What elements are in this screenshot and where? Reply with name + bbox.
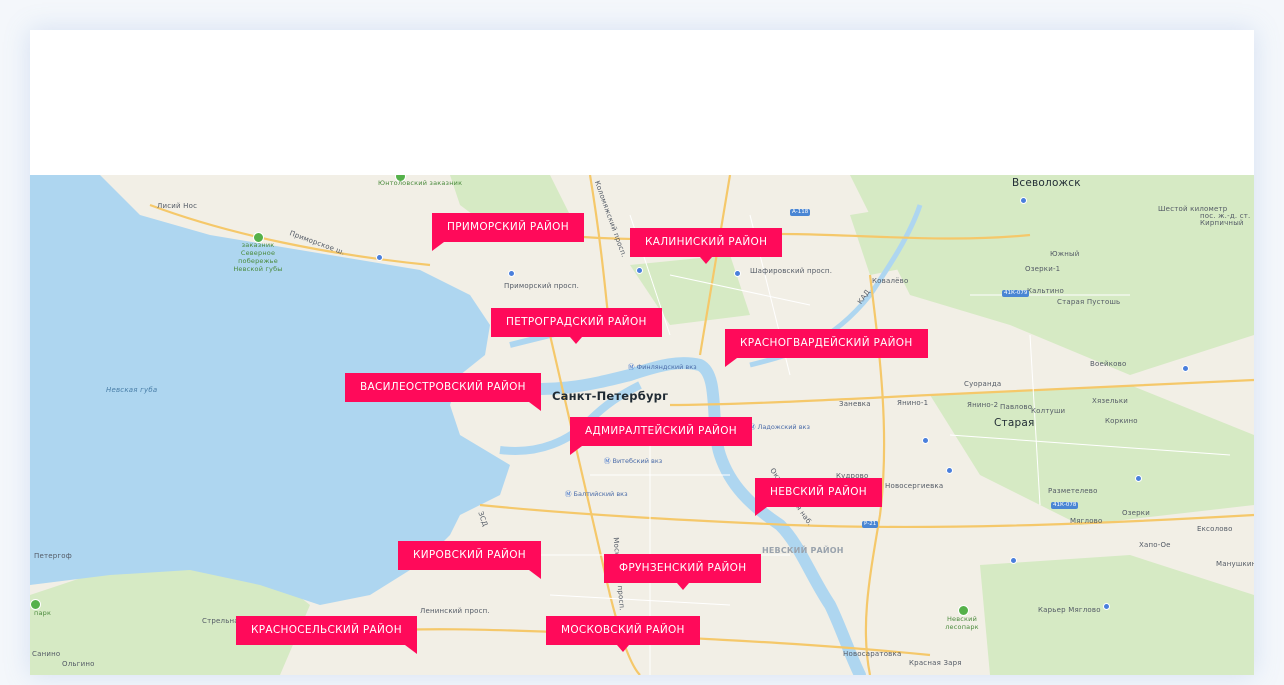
place-krasnaya-zarya: Красная Заря bbox=[909, 659, 962, 667]
card-header bbox=[30, 30, 1254, 175]
place-staraya: Старая bbox=[994, 417, 1035, 429]
place-voeikovo: Воейково bbox=[1090, 360, 1127, 368]
highway-shield: 41К-078 bbox=[1051, 502, 1079, 509]
transit-stop-dot bbox=[946, 467, 953, 474]
place-novosaratovka: Новосаратовка bbox=[843, 650, 902, 658]
highway-shield: Р-21 bbox=[862, 521, 879, 528]
district-map[interactable]: Санкт-Петербург Невская губа Всеволожск … bbox=[30, 175, 1254, 675]
transit-stop-dot bbox=[376, 254, 383, 261]
place-sanino: Санино bbox=[32, 650, 61, 658]
place-koltushi: Колтуши bbox=[1031, 407, 1066, 415]
park-nevsky-lesopark: Невский лесопарк bbox=[945, 615, 979, 631]
place-yuzhny: Южный bbox=[1050, 250, 1080, 258]
city-label: Санкт-Петербург bbox=[552, 389, 669, 403]
place-peterhof: Петергоф bbox=[34, 552, 72, 560]
district-marker-petrogradsky[interactable]: ПЕТРОГРАДСКИЙ РАЙОН bbox=[491, 308, 662, 344]
place-shestoy: Шестой километр bbox=[1158, 205, 1228, 213]
transit-stop-dot bbox=[922, 437, 929, 444]
highway-shield: А-118 bbox=[790, 209, 811, 216]
station-finlyandsky: Финляндский вкз bbox=[628, 361, 697, 371]
place-kaltino: Кальтино bbox=[1027, 287, 1064, 295]
street-primorsky: Приморский просп. bbox=[504, 282, 580, 290]
transit-stop-dot bbox=[1010, 557, 1017, 564]
water-label: Невская губа bbox=[106, 386, 158, 394]
transit-stop-dot bbox=[1135, 475, 1142, 482]
station-baltiysky: Балтийский вкз bbox=[565, 488, 628, 498]
transit-stop-dot bbox=[1020, 197, 1027, 204]
place-eksolovo: Ексолово bbox=[1197, 525, 1233, 533]
place-starye-pustosh: Старая Пустошь bbox=[1057, 298, 1121, 306]
street-shafirovsky: Шафировский просп. bbox=[750, 267, 833, 275]
place-yanino2: Янино-2 bbox=[967, 401, 999, 409]
place-olgino: Ольгино bbox=[62, 660, 95, 668]
district-marker-kalininsky[interactable]: КАЛИНИСКИЙ РАЙОН bbox=[630, 228, 783, 264]
street-leninsky: Ленинский просп. bbox=[420, 607, 490, 615]
district-marker-kirovsky[interactable]: КИРОВСКИЙ РАЙОН bbox=[398, 541, 541, 579]
transit-stop-dot bbox=[1182, 365, 1189, 372]
highway-shield: 41К-079 bbox=[1002, 290, 1030, 297]
transit-stop-dot bbox=[508, 270, 515, 277]
place-strelna: Стрельна bbox=[202, 617, 239, 625]
place-vsevolozhsk: Всеволожск bbox=[1012, 177, 1081, 189]
place-lisiy-nos: Лисий Нос bbox=[157, 202, 198, 210]
place-khapo: Хапо-Ое bbox=[1139, 541, 1171, 549]
district-marker-frunzensky[interactable]: ФРУНЗЕНСКИЙ РАЙОН bbox=[604, 554, 762, 590]
place-zanevka: Заневка bbox=[839, 400, 871, 408]
place-ozerki: Озерки bbox=[1122, 509, 1150, 517]
park-yuntolovo: Юнтоловский заказник bbox=[378, 179, 463, 187]
district-marker-krasnogvardeysky[interactable]: КРАСНОГВАРДЕЙСКИЙ РАЙОН bbox=[725, 329, 928, 367]
muted-district-label: НЕВСКИЙ РАЙОН bbox=[762, 546, 844, 555]
station-ladozhsky: Ладожский вкз bbox=[749, 421, 810, 431]
district-marker-vasileostrovsky[interactable]: ВАСИЛЕОСТРОВСКИЙ РАЙОН bbox=[345, 373, 541, 411]
district-marker-krasnoselsky[interactable]: КРАСНОСЕЛЬСКИЙ РАЙОН bbox=[236, 616, 417, 654]
map-card: Санкт-Петербург Невская губа Всеволожск … bbox=[30, 30, 1254, 675]
place-karyer: Карьер Мяглово bbox=[1038, 606, 1101, 614]
park-severnoye: заказник Северное побережье Невской губы bbox=[233, 241, 283, 273]
district-marker-admiralteysky[interactable]: АДМИРАЛТЕЙСКИЙ РАЙОН bbox=[570, 417, 752, 455]
place-hiraz: Хязельки bbox=[1092, 397, 1129, 405]
transit-stop-dot bbox=[636, 267, 643, 274]
place-suoranda: Суоранда bbox=[964, 380, 1002, 388]
district-marker-moskovsky[interactable]: МОСКОВСКИЙ РАЙОН bbox=[546, 616, 700, 652]
place-ozerki2: Озерки-1 bbox=[1025, 265, 1061, 273]
park-label: парк bbox=[34, 609, 52, 617]
place-myaglovo: Мяглово bbox=[1070, 517, 1103, 525]
place-manushkino: Манушкино bbox=[1216, 560, 1254, 568]
place-razmetelevo: Разметелево bbox=[1048, 487, 1098, 495]
station-vitebsky: Витебский вкз bbox=[604, 455, 663, 465]
place-kirpichnoe: пос. ж.-д. ст. Кирпичный bbox=[1200, 212, 1251, 227]
place-yanino: Янино-1 bbox=[897, 399, 929, 407]
district-marker-nevsky[interactable]: НЕВСКИЙ РАЙОН bbox=[755, 478, 882, 516]
place-novoserg: Новосергиевка bbox=[885, 482, 944, 490]
place-kovalevo: Ковалёво bbox=[872, 277, 909, 285]
place-pavlovo: Павлово bbox=[1000, 403, 1033, 411]
place-korkino: Коркино bbox=[1105, 417, 1138, 425]
transit-stop-dot bbox=[1103, 603, 1110, 610]
transit-stop-dot bbox=[734, 270, 741, 277]
district-marker-primorsky[interactable]: ПРИМОРСКИЙ РАЙОН bbox=[432, 213, 584, 251]
